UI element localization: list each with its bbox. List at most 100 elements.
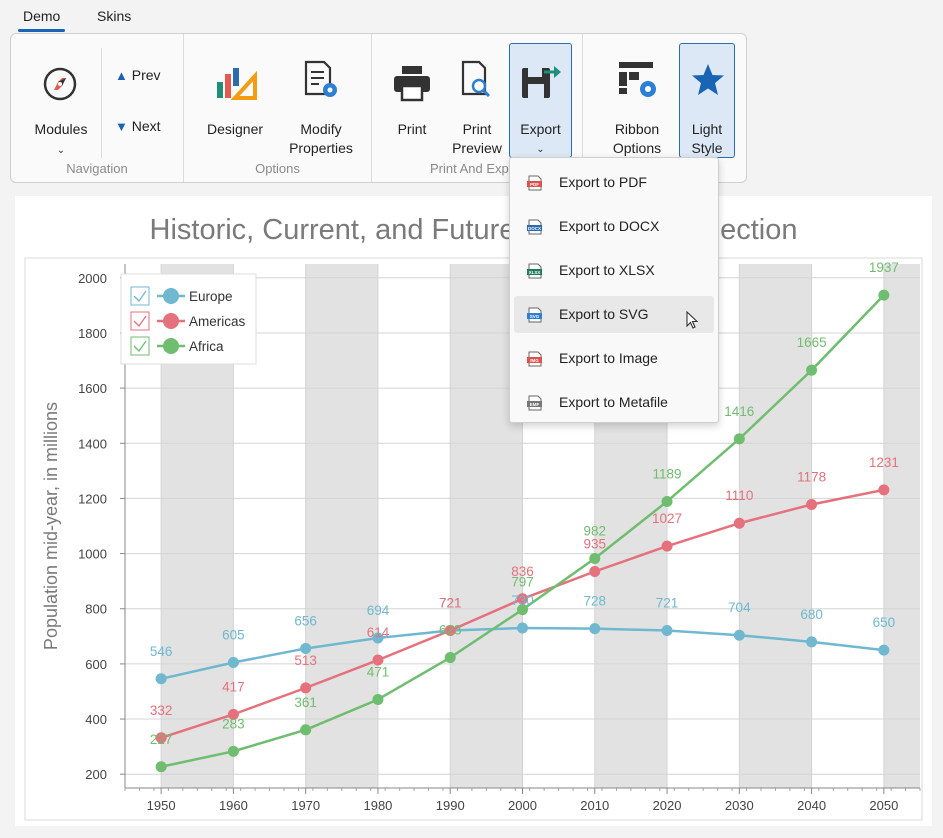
y-axis-title: Population mid-year, in millions <box>41 402 61 650</box>
tab-demo[interactable]: Demo <box>17 8 66 32</box>
data-point-europe <box>733 629 745 641</box>
modify-properties-button[interactable]: Modify Properties <box>280 44 362 164</box>
properties-icon <box>304 60 337 97</box>
group-label-options: Options <box>255 161 300 176</box>
prev-button[interactable]: ▲ Prev <box>115 67 161 83</box>
ribbon-options-button[interactable]: Ribbon Options <box>597 44 677 164</box>
light-style-button[interactable]: Light Style <box>679 43 735 158</box>
legend-checkbox[interactable] <box>130 311 150 331</box>
data-label-americas: 721 <box>439 596 462 611</box>
x-tick-label: 1970 <box>291 798 320 813</box>
menu-item-label: Export to Metafile <box>559 394 668 410</box>
modify-label: Modify <box>300 121 342 137</box>
data-point-africa <box>444 652 456 664</box>
next-label: Next <box>131 118 161 134</box>
export-button[interactable]: Export ⌄ <box>509 43 572 158</box>
menu-item-label: Export to PDF <box>559 174 647 190</box>
legend-label-americas: Americas <box>189 314 246 329</box>
menu-item-svg[interactable]: SVG Export to SVG <box>514 296 714 333</box>
ribbon-tabs: Demo Skins <box>0 0 943 34</box>
menu-item-emf[interactable]: EMF Export to Metafile <box>514 384 714 421</box>
data-point-americas <box>589 566 601 578</box>
data-label-europe: 656 <box>294 613 317 628</box>
divider <box>101 48 102 158</box>
svg-text:PDF: PDF <box>530 182 539 187</box>
data-label-europe: 704 <box>728 600 751 615</box>
data-label-americas: 332 <box>150 703 173 718</box>
data-point-americas <box>806 498 818 510</box>
data-point-americas <box>878 484 890 496</box>
modules-button[interactable]: Modules ⌄ <box>23 44 99 164</box>
x-tick-label: 2040 <box>797 798 826 813</box>
x-tick-label: 2010 <box>580 798 609 813</box>
data-point-africa <box>733 433 745 445</box>
data-label-africa: 471 <box>367 664 390 679</box>
data-point-africa <box>589 553 601 565</box>
image-file-icon: IMG <box>527 351 542 367</box>
data-point-europe <box>155 673 167 685</box>
y-tick-label: 800 <box>85 602 107 617</box>
menu-item-docx[interactable]: DOCX Export to DOCX <box>514 208 714 245</box>
mouse-cursor-icon <box>686 311 699 329</box>
y-tick-label: 200 <box>85 767 107 782</box>
print-button[interactable]: Print <box>382 44 442 164</box>
group-label-navigation: Navigation <box>66 161 128 176</box>
data-point-europe <box>227 657 239 669</box>
menu-item-label: Export to Image <box>559 350 658 366</box>
menu-item-pdf[interactable]: PDF Export to PDF <box>514 164 714 201</box>
modules-label: Modules <box>34 121 88 137</box>
data-label-europe: 721 <box>656 596 679 611</box>
data-label-europe: 680 <box>800 607 823 622</box>
menu-item-img[interactable]: IMG Export to Image <box>514 340 714 377</box>
data-point-africa <box>661 495 673 507</box>
next-button[interactable]: ▼ Next <box>115 118 161 134</box>
data-point-africa <box>878 289 890 301</box>
designer-button[interactable]: Designer <box>200 44 270 164</box>
legend-checkbox[interactable] <box>130 336 150 356</box>
data-point-europe <box>806 636 818 648</box>
legend-checkbox[interactable] <box>130 286 150 306</box>
legend-label-europe: Europe <box>189 289 233 304</box>
print-preview-label-1: Print <box>462 121 492 137</box>
chart-svg: 200 400 600 800 1000 1200 1400 1600 1800 2000 1950… <box>24 257 923 821</box>
export-label: Export <box>520 121 561 137</box>
ribbon-options-label-1: Ribbon <box>614 121 660 137</box>
svg-text:EMF: EMF <box>530 402 540 407</box>
tab-skins[interactable]: Skins <box>97 8 131 24</box>
x-tick-label: 2030 <box>725 798 754 813</box>
y-tick-label: 1800 <box>78 326 107 341</box>
light-style-label-2: Style <box>691 140 723 156</box>
menu-item-xlsx[interactable]: XLSX Export to XLSX <box>514 252 714 289</box>
export-icon <box>522 66 561 98</box>
data-label-africa: 623 <box>439 623 462 638</box>
data-label-africa: 361 <box>294 695 317 710</box>
prev-label: Prev <box>131 67 161 83</box>
data-point-americas <box>661 540 673 552</box>
data-label-africa: 1665 <box>797 335 827 350</box>
metafile-icon: EMF <box>527 395 542 411</box>
svg-text:SVG: SVG <box>530 314 540 319</box>
data-label-americas: 614 <box>367 625 390 640</box>
data-label-americas: 1178 <box>797 469 826 484</box>
data-label-americas: 417 <box>222 679 245 694</box>
star-icon <box>692 64 724 95</box>
designer-icon <box>217 68 257 100</box>
data-label-americas: 1027 <box>652 511 682 526</box>
interlaced-strip <box>883 264 920 788</box>
data-point-africa <box>227 745 239 757</box>
data-label-americas: 935 <box>584 537 607 552</box>
menu-item-label: Export to XLSX <box>559 262 655 278</box>
menu-item-label: Export to SVG <box>559 306 649 322</box>
y-tick-label: 400 <box>85 712 107 727</box>
print-preview-button[interactable]: Print Preview <box>446 44 508 164</box>
legend-point-marker <box>163 288 179 304</box>
x-tick-label: 1980 <box>363 798 392 813</box>
data-label-europe: 728 <box>584 594 607 609</box>
data-label-africa: 982 <box>584 524 607 539</box>
triangle-up-icon: ▲ <box>115 68 128 83</box>
data-point-europe <box>878 644 890 656</box>
data-label-europe: 546 <box>150 644 173 659</box>
data-point-americas <box>300 682 312 694</box>
y-tick-label: 1400 <box>78 436 107 451</box>
data-point-africa <box>155 761 167 773</box>
